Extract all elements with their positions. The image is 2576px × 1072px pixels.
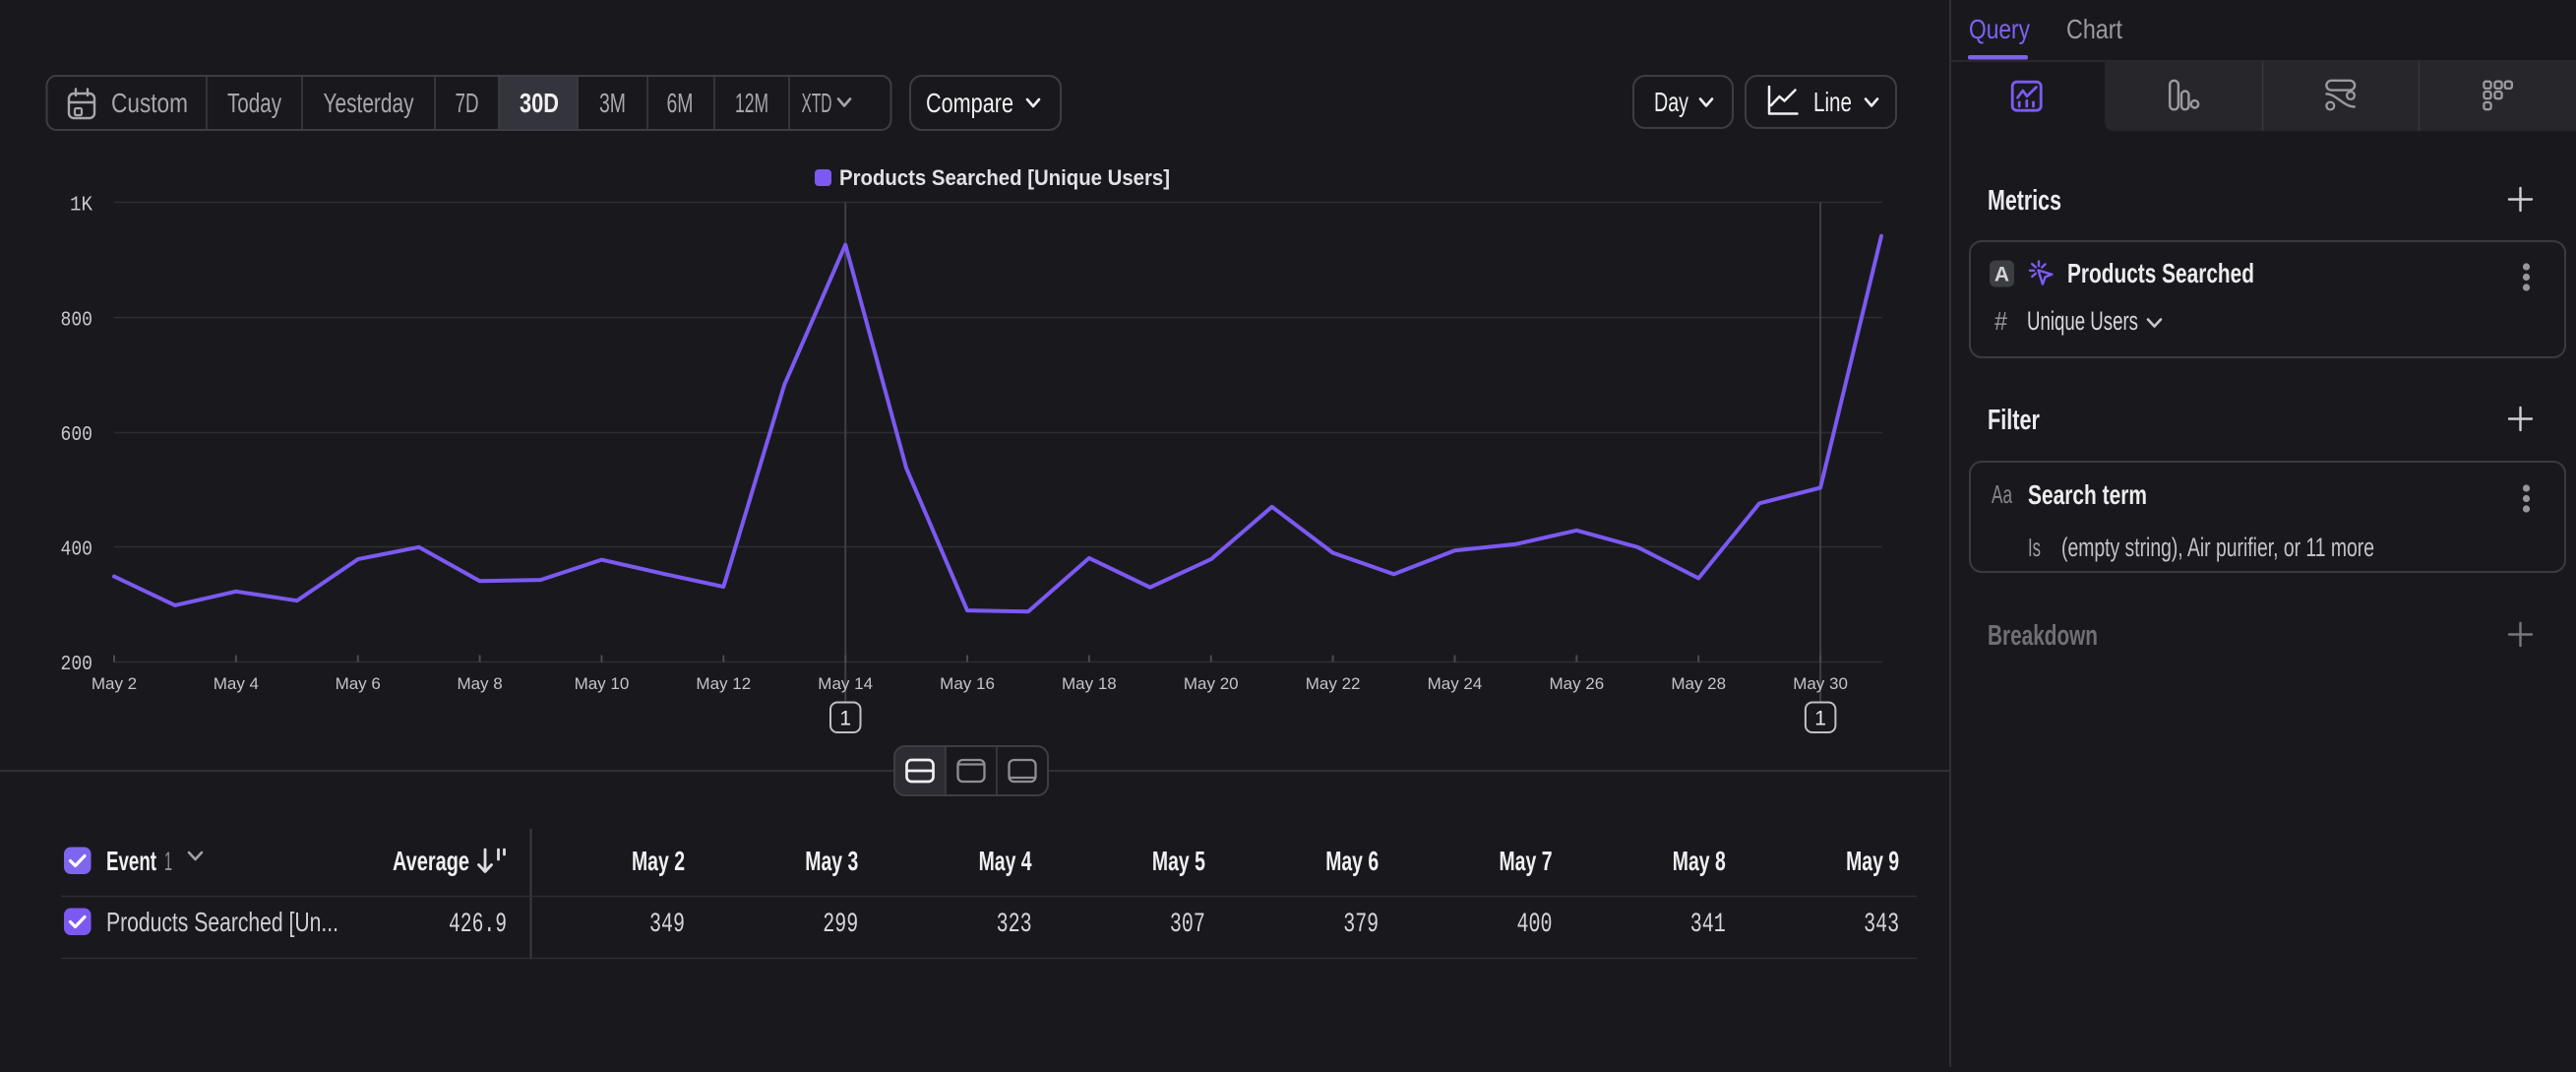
svg-text:Unique Users: Unique Users	[2027, 306, 2138, 336]
svg-text:Query: Query	[1969, 14, 2030, 44]
svg-text:Line: Line	[1813, 87, 1852, 117]
svg-text:May 5: May 5	[1152, 846, 1205, 876]
svg-text:May 18: May 18	[1062, 674, 1117, 693]
svg-text:349: 349	[649, 910, 685, 940]
svg-text:3M: 3M	[599, 88, 626, 118]
svg-text:Filter: Filter	[1988, 405, 2040, 436]
svg-text:May 26: May 26	[1549, 674, 1604, 693]
svg-text:379: 379	[1343, 910, 1379, 940]
svg-text:Products Searched: Products Searched	[2067, 258, 2254, 288]
svg-text:May 4: May 4	[214, 674, 259, 693]
svg-text:XTD: XTD	[802, 88, 832, 118]
svg-text:#: #	[1994, 306, 2007, 336]
svg-text:Average: Average	[393, 846, 469, 876]
svg-text:May 3: May 3	[805, 846, 858, 876]
svg-text:299: 299	[823, 910, 858, 940]
svg-text:May 8: May 8	[457, 674, 502, 693]
svg-text:May 22: May 22	[1306, 674, 1361, 693]
svg-text:May 16: May 16	[940, 674, 995, 693]
svg-text:343: 343	[1864, 910, 1899, 940]
svg-text:1K: 1K	[70, 194, 92, 218]
svg-text:323: 323	[997, 910, 1032, 940]
svg-text:7D: 7D	[456, 88, 479, 118]
svg-text:May 14: May 14	[818, 674, 873, 693]
svg-text:400: 400	[1517, 910, 1553, 940]
svg-text:Is: Is	[2028, 533, 2041, 562]
svg-text:600: 600	[61, 423, 93, 447]
svg-text:Today: Today	[227, 88, 281, 118]
svg-text:May 12: May 12	[696, 674, 751, 693]
svg-text:Event: Event	[106, 846, 156, 876]
svg-text:Products Searched [Un...: Products Searched [Un...	[106, 907, 338, 937]
svg-text:Yesterday: Yesterday	[324, 88, 414, 118]
svg-text:Aa: Aa	[1992, 479, 2012, 509]
svg-text:6M: 6M	[667, 88, 694, 118]
svg-text:May 2: May 2	[632, 846, 685, 876]
svg-text:May 2: May 2	[92, 674, 137, 693]
svg-text:1: 1	[1814, 708, 1826, 730]
svg-text:May 8: May 8	[1673, 846, 1726, 876]
svg-text:May 30: May 30	[1793, 674, 1848, 693]
svg-text:Day: Day	[1654, 87, 1688, 117]
svg-text:May 9: May 9	[1846, 846, 1899, 876]
svg-text:May 7: May 7	[1500, 846, 1553, 876]
svg-text:(empty string), Air purifier,: (empty string), Air purifier, or 11 more	[2061, 533, 2374, 562]
svg-text:400: 400	[61, 538, 93, 562]
svg-text:Breakdown: Breakdown	[1988, 620, 2098, 652]
svg-text:Compare: Compare	[926, 88, 1013, 118]
svg-text:May 10: May 10	[575, 674, 630, 693]
svg-text:A: A	[1994, 264, 2009, 286]
svg-text:30D: 30D	[520, 88, 559, 118]
svg-text:May 4: May 4	[979, 846, 1032, 876]
svg-text:May 20: May 20	[1184, 674, 1239, 693]
svg-text:200: 200	[61, 653, 93, 676]
svg-text:May 24: May 24	[1428, 674, 1483, 693]
svg-text:May 6: May 6	[1325, 846, 1379, 876]
svg-text:12M: 12M	[735, 88, 768, 118]
svg-text:307: 307	[1170, 910, 1205, 940]
svg-text:426.9: 426.9	[449, 910, 507, 940]
svg-text:1: 1	[164, 847, 172, 876]
svg-text:May 28: May 28	[1671, 674, 1726, 693]
svg-text:Products Searched [Unique User: Products Searched [Unique Users]	[839, 165, 1170, 190]
svg-text:Search term: Search term	[2028, 479, 2147, 510]
svg-text:800: 800	[61, 309, 93, 333]
svg-text:1: 1	[839, 708, 851, 730]
svg-text:Metrics: Metrics	[1988, 185, 2061, 217]
svg-text:May 6: May 6	[336, 674, 381, 693]
svg-text:341: 341	[1690, 910, 1726, 940]
svg-text:Custom: Custom	[111, 88, 188, 118]
svg-text:Chart: Chart	[2066, 14, 2122, 44]
